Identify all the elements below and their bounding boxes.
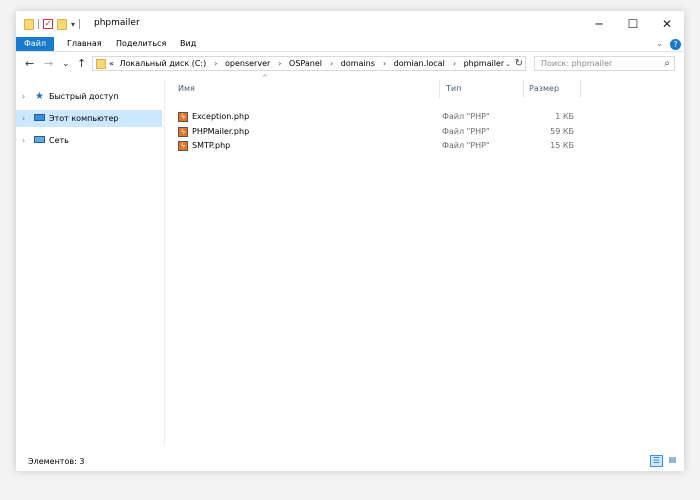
ribbon-tabs: Файл Главная Поделиться Вид ⌄ ? <box>16 37 684 51</box>
breadcrumb-segment[interactable]: Локальный диск (C:) <box>119 59 206 68</box>
sidebar-item-quick-access[interactable]: › ★ Быстрый доступ <box>16 88 162 105</box>
file-type: Файл "PHP" <box>442 112 490 121</box>
chevron-right-icon[interactable]: › <box>330 59 333 68</box>
status-bar: Элементов: 3 ☰ ▤ <box>16 451 684 471</box>
breadcrumb-segment[interactable]: openserver <box>225 59 270 68</box>
file-row[interactable]: ϟ PHPMailer.php Файл "PHP" 59 КБ <box>176 125 586 139</box>
close-button[interactable]: ✕ <box>650 11 684 37</box>
chevron-right-icon[interactable]: › <box>22 132 25 149</box>
back-arrow-icon[interactable]: ← <box>25 57 34 71</box>
forward-arrow-icon[interactable]: → <box>44 57 53 71</box>
title-bar: ✓ ▾ phpmailer ─ ☐ ✕ <box>16 11 684 37</box>
file-list: ^ Имя Тип Размер ϟ Exception.php Файл "P… <box>166 74 684 444</box>
refresh-icon[interactable]: ↻ <box>515 57 523 70</box>
breadcrumb-segment[interactable]: phpmailer <box>464 59 505 68</box>
breadcrumb: « Локальный диск (C:) › openserver › OSPan… <box>109 58 507 70</box>
navigation-bar: ← → ⌄ ↑ « Локальный диск (C:) › openserve… <box>16 54 684 74</box>
php-file-icon: ϟ <box>178 141 188 151</box>
explorer-window: ✓ ▾ phpmailer ─ ☐ ✕ Файл Главная Поделит… <box>16 11 684 471</box>
minimize-button[interactable]: ─ <box>582 11 616 37</box>
file-name: PHPMailer.php <box>192 127 250 136</box>
chevron-down-icon[interactable]: ⌄ <box>656 37 663 51</box>
php-file-icon: ϟ <box>178 112 188 122</box>
large-icons-view-icon[interactable]: ▤ <box>666 455 679 467</box>
column-header-name[interactable]: Имя <box>178 82 195 96</box>
breadcrumb-segment[interactable]: domains <box>341 59 375 68</box>
help-icon[interactable]: ? <box>670 39 681 50</box>
sidebar-item-network[interactable]: › Сеть <box>16 132 162 149</box>
sidebar-item-label: Этот компьютер <box>49 114 119 123</box>
folder-icon <box>24 18 34 30</box>
sidebar-item-label: Быстрый доступ <box>49 92 119 101</box>
file-name: SMTP.php <box>192 141 231 150</box>
breadcrumb-segment[interactable]: OSPanel <box>289 59 322 68</box>
tab-file[interactable]: Файл <box>16 37 54 51</box>
folder-icon <box>96 59 106 69</box>
chevron-right-icon[interactable]: › <box>453 59 456 68</box>
address-dropdown-icon[interactable]: ⌄ <box>505 58 511 70</box>
php-file-icon: ϟ <box>178 127 188 137</box>
properties-icon[interactable]: ✓ <box>43 19 53 29</box>
breadcrumb-overflow[interactable]: « <box>109 59 114 68</box>
chevron-right-icon[interactable]: › <box>22 110 25 127</box>
file-row[interactable]: ϟ Exception.php Файл "PHP" 1 КБ <box>176 110 586 124</box>
file-size: 59 КБ <box>550 127 574 136</box>
network-icon <box>34 135 45 146</box>
tab-share[interactable]: Поделиться <box>116 37 166 51</box>
column-divider[interactable] <box>439 80 440 98</box>
file-row[interactable]: ϟ SMTP.php Файл "PHP" 15 КБ <box>176 139 586 153</box>
customize-toolbar-icon[interactable]: ▾ <box>71 20 75 29</box>
file-type: Файл "PHP" <box>442 141 490 150</box>
computer-icon <box>34 113 45 124</box>
file-type: Файл "PHP" <box>442 127 490 136</box>
ribbon-divider <box>16 51 684 52</box>
toolbar-divider <box>79 19 81 29</box>
column-header-type[interactable]: Тип <box>446 82 461 96</box>
file-size: 15 КБ <box>550 141 574 150</box>
tab-home[interactable]: Главная <box>67 37 102 51</box>
new-folder-icon[interactable] <box>57 18 67 30</box>
recent-locations-icon[interactable]: ⌄ <box>62 57 70 71</box>
search-input[interactable]: Поиск: phpmailer ⌕ <box>534 56 675 71</box>
column-header-size[interactable]: Размер <box>529 82 559 96</box>
chevron-right-icon[interactable]: › <box>383 59 386 68</box>
details-view-icon[interactable]: ☰ <box>650 455 663 467</box>
address-bar[interactable]: « Локальный диск (C:) › openserver › OSPan… <box>92 56 526 71</box>
tab-view[interactable]: Вид <box>180 37 196 51</box>
toolbar-divider <box>38 19 39 29</box>
window-title: phpmailer <box>94 18 140 28</box>
breadcrumb-segment[interactable]: domian.local <box>394 59 445 68</box>
quick-access-toolbar: ✓ ▾ <box>24 16 84 32</box>
item-count: Элементов: 3 <box>28 457 85 466</box>
navigation-pane: › ★ Быстрый доступ › Этот компьютер › Се… <box>16 80 165 445</box>
sort-ascending-icon: ^ <box>262 74 268 82</box>
file-name: Exception.php <box>192 112 250 121</box>
search-icon[interactable]: ⌕ <box>664 57 670 70</box>
star-icon: ★ <box>35 91 44 102</box>
maximize-button[interactable]: ☐ <box>616 11 650 37</box>
search-placeholder: Поиск: phpmailer <box>541 59 613 68</box>
chevron-right-icon[interactable]: › <box>278 59 281 68</box>
file-size: 1 КБ <box>555 112 574 121</box>
sidebar-item-label: Сеть <box>49 136 69 145</box>
chevron-right-icon[interactable]: › <box>214 59 217 68</box>
column-divider[interactable] <box>580 80 581 98</box>
chevron-right-icon[interactable]: › <box>22 88 25 105</box>
up-arrow-icon[interactable]: ↑ <box>77 57 86 71</box>
sidebar-item-this-pc[interactable]: › Этот компьютер <box>16 110 162 127</box>
column-divider[interactable] <box>523 80 524 98</box>
